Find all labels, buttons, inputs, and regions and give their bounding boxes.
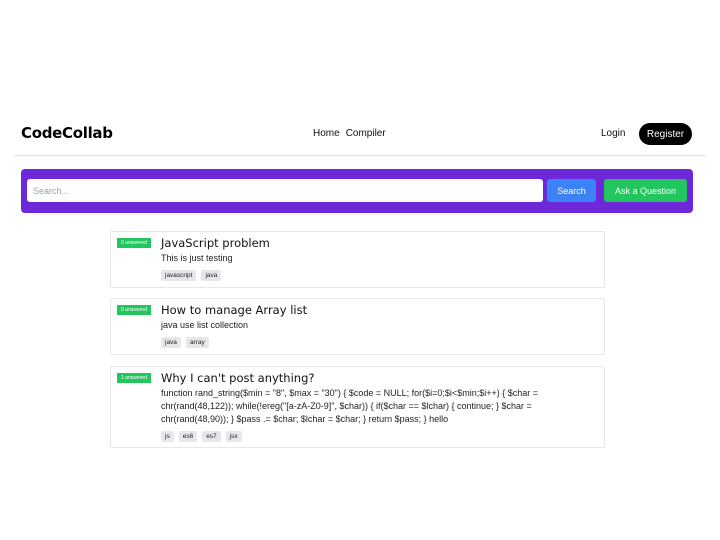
question-body: How to manage Array list java use list c… [161,303,596,348]
answered-badge: 0 answered [117,238,151,248]
tag-list: js es6 es7 jsx [161,431,596,442]
tag[interactable]: java [161,337,181,348]
navbar: CodeCollab Home Compiler Login Register [14,116,706,156]
question-title[interactable]: JavaScript problem [161,236,596,250]
question-title[interactable]: Why I can't post anything? [161,371,596,385]
register-button[interactable]: Register [639,123,692,145]
tag-list: javascript java [161,270,596,281]
ask-question-button[interactable]: Ask a Question [604,179,687,202]
tag[interactable]: java [201,270,222,281]
search-button[interactable]: Search [547,179,596,202]
question-description: function rand_string($min = "8", $max = … [161,388,538,424]
tag[interactable]: es6 [178,431,198,442]
question-description: This is just testing [161,253,233,263]
question-description: java use list collection [161,320,249,330]
tag[interactable]: js [161,431,174,442]
logo[interactable]: CodeCollab [21,124,113,142]
tag[interactable]: es7 [202,431,221,442]
question-body: Why I can't post anything? function rand… [161,371,596,442]
question-title[interactable]: How to manage Array list [161,303,596,317]
search-input[interactable] [27,179,543,202]
question-card: 1 answered Why I can't post anything? fu… [110,366,605,448]
tag-list: java array [161,337,596,348]
tag[interactable]: javascript [161,270,197,281]
answered-badge: 0 answered [117,305,151,315]
login-link[interactable]: Login [601,128,625,139]
nav-links: Home Compiler [313,128,386,139]
search-bar: Search Ask a Question [21,169,693,213]
answered-badge: 1 answered [117,373,151,383]
question-body: JavaScript problem This is just testing … [161,236,596,281]
question-card: 0 answered JavaScript problem This is ju… [110,231,605,288]
tag[interactable]: array [185,337,209,348]
tag[interactable]: jsx [225,431,242,442]
question-card: 0 answered How to manage Array list java… [110,298,605,355]
nav-home-link[interactable]: Home [313,128,340,139]
nav-compiler-link[interactable]: Compiler [346,128,386,139]
